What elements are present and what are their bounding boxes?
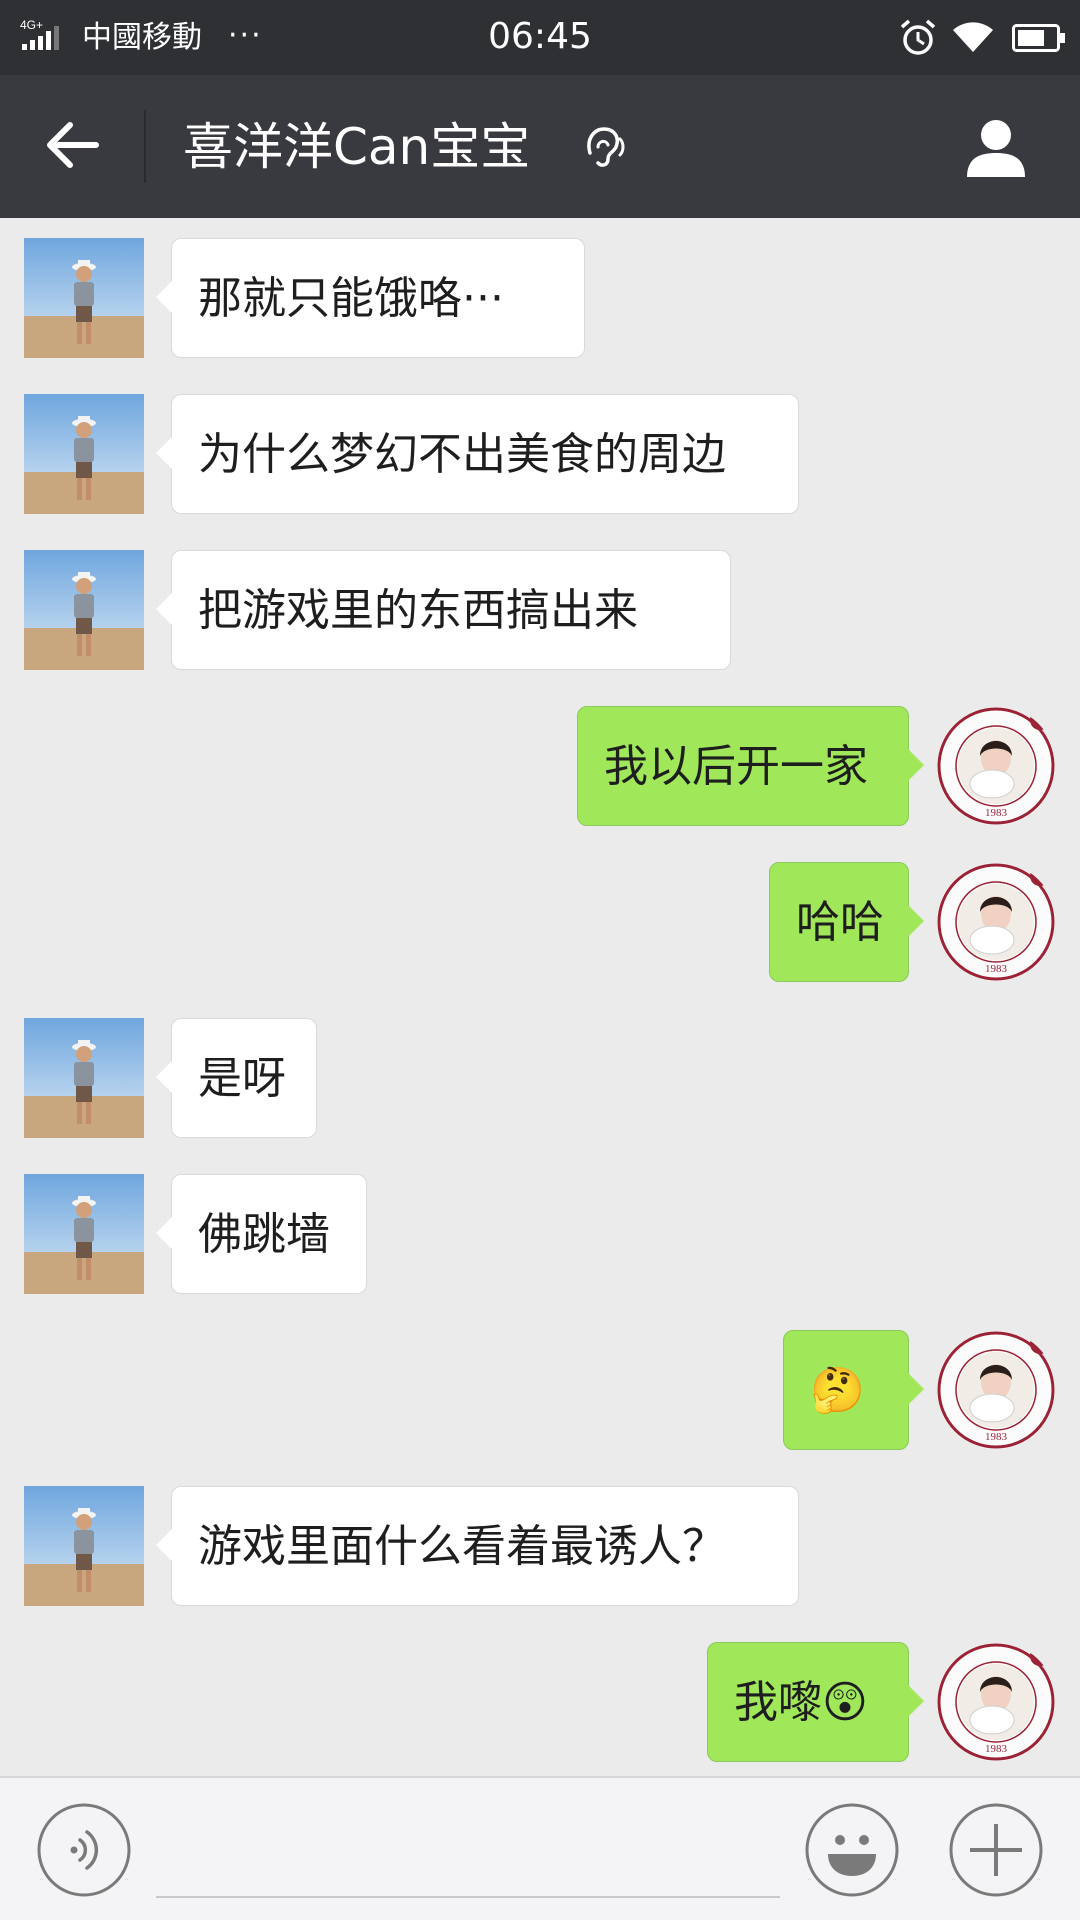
battery-icon <box>1012 24 1065 52</box>
contact-avatar[interactable] <box>24 394 144 514</box>
emoji-icon[interactable] <box>804 1802 900 1898</box>
plus-icon[interactable] <box>948 1802 1044 1898</box>
svg-text:1983: 1983 <box>985 963 1008 975</box>
received-message: 把游戏里的东西搞出来 <box>0 550 1080 670</box>
profile-icon[interactable] <box>963 115 1029 181</box>
contact-avatar[interactable] <box>24 1174 144 1294</box>
message-bubble[interactable]: 游戏里面什么看着最诱人？ <box>156 1486 799 1606</box>
ear-icon <box>587 127 625 167</box>
back-arrow-icon[interactable] <box>42 115 102 175</box>
svg-text:1983: 1983 <box>985 1431 1008 1443</box>
input-bar <box>0 1776 1080 1920</box>
message-bubble[interactable]: 我以后开一家 <box>577 706 924 826</box>
my-avatar[interactable]: 1983 <box>936 1642 1056 1762</box>
message-bubble[interactable]: 那就只能饿咯··· <box>156 238 585 358</box>
status-bar: 4G+ 中國移動 ··· 06:45 <box>0 0 1080 75</box>
message-bubble[interactable]: 哈哈 <box>769 862 924 982</box>
received-message: 那就只能饿咯··· <box>0 238 1080 358</box>
sent-message: 1983 我以后开一家 <box>0 706 1080 826</box>
message-bubble[interactable]: 佛跳墙 <box>156 1174 367 1294</box>
contact-avatar[interactable] <box>24 550 144 670</box>
contact-avatar[interactable] <box>24 1018 144 1138</box>
received-message: 游戏里面什么看着最诱人？ <box>0 1486 1080 1606</box>
received-message: 为什么梦幻不出美食的周边 <box>0 394 1080 514</box>
contact-avatar[interactable] <box>24 1486 144 1606</box>
received-message: 佛跳墙 <box>0 1174 1080 1294</box>
sent-message: 1983 哈哈 <box>0 862 1080 982</box>
svg-text:1983: 1983 <box>985 1743 1008 1755</box>
message-bubble[interactable]: 把游戏里的东西搞出来 <box>156 550 731 670</box>
wifi-icon <box>953 22 993 52</box>
voice-icon[interactable] <box>36 1802 132 1898</box>
message-bubble[interactable]: 为什么梦幻不出美食的周边 <box>156 394 799 514</box>
contact-avatar[interactable] <box>24 238 144 358</box>
my-avatar[interactable]: 1983 <box>936 862 1056 982</box>
message-bubble[interactable]: 🤔 <box>783 1330 924 1450</box>
sent-message: 1983 🤔 <box>0 1330 1080 1450</box>
my-avatar[interactable]: 1983 <box>936 706 1056 826</box>
my-avatar[interactable]: 1983 <box>936 1330 1056 1450</box>
svg-text:1983: 1983 <box>985 807 1008 819</box>
received-message: 是呀 <box>0 1018 1080 1138</box>
message-bubble[interactable]: 我嚟😲 <box>707 1642 924 1762</box>
chat-title: 喜洋洋Can宝宝 <box>183 118 531 176</box>
message-input[interactable] <box>156 1896 780 1898</box>
header-divider <box>144 110 146 183</box>
message-bubble[interactable]: 是呀 <box>156 1018 317 1138</box>
sent-message: 1983 我嚟😲 <box>0 1642 1080 1762</box>
chat-header: 喜洋洋Can宝宝 <box>0 75 1080 218</box>
message-list[interactable]: 那就只能饿咯··· 为什么梦幻不出美食的周边 把游戏里的东西搞出来 1983 我以后开一… <box>0 218 1080 1776</box>
alarm-icon <box>900 19 936 55</box>
